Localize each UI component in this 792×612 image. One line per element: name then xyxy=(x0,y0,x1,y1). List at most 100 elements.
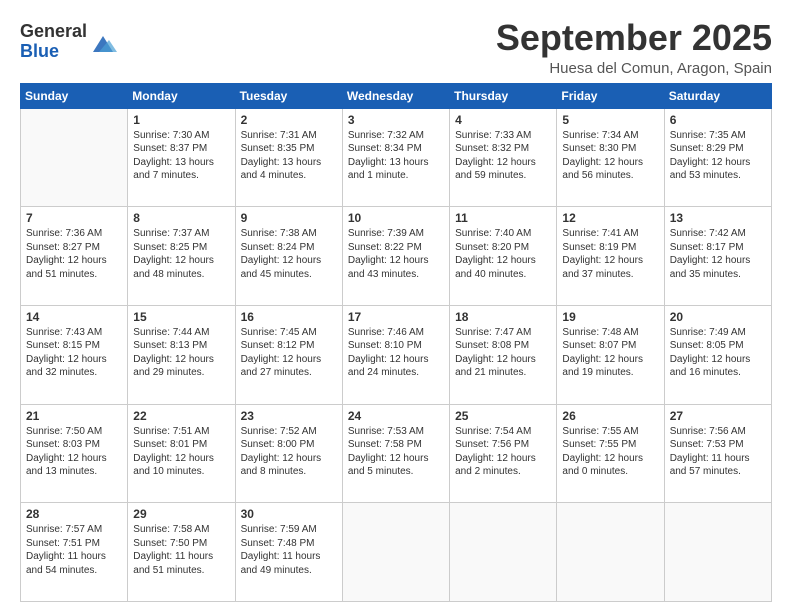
cell-week1-day3: 2 Sunrise: 7:31 AMSunset: 8:35 PMDaylight… xyxy=(235,108,342,207)
cell-week5-day4 xyxy=(342,503,449,602)
cell-week5-day5 xyxy=(450,503,557,602)
col-tuesday: Tuesday xyxy=(235,83,342,108)
day-info: Sunrise: 7:34 AMSunset: 8:30 PMDaylight:… xyxy=(562,129,658,183)
day-info: Sunrise: 7:44 AMSunset: 8:13 PMDaylight:… xyxy=(133,326,229,380)
day-info: Sunrise: 7:33 AMSunset: 8:32 PMDaylight:… xyxy=(455,129,551,183)
cell-week1-day7: 6 Sunrise: 7:35 AMSunset: 8:29 PMDaylight… xyxy=(664,108,771,207)
title-block: September 2025 Huesa del Comun, Aragon, … xyxy=(496,18,772,77)
cell-week2-day3: 9Sunrise: 7:38 AMSunset: 8:24 PMDaylight… xyxy=(235,207,342,306)
week-row-4: 21Sunrise: 7:50 AMSunset: 8:03 PMDayligh… xyxy=(21,404,772,503)
location: Huesa del Comun, Aragon, Spain xyxy=(496,60,772,77)
day-info: Sunrise: 7:53 AMSunset: 7:58 PMDaylight:… xyxy=(348,425,444,479)
cell-week1-day1 xyxy=(21,108,128,207)
cell-week4-day4: 24 Sunrise: 7:53 AMSunset: 7:58 PMDayligh… xyxy=(342,404,449,503)
cell-week1-day6: 5 Sunrise: 7:34 AMSunset: 8:30 PMDaylight… xyxy=(557,108,664,207)
day-number: 17 xyxy=(348,310,444,324)
day-number: 3 xyxy=(348,113,444,127)
day-number: 28 xyxy=(26,507,122,521)
day-info: Sunrise: 7:51 AMSunset: 8:01 PMDaylight:… xyxy=(133,425,229,479)
day-number: 18 xyxy=(455,310,551,324)
day-info: Sunrise: 7:56 AMSunset: 7:53 PMDaylight:… xyxy=(670,425,766,479)
col-sunday: Sunday xyxy=(21,83,128,108)
cell-week3-day5: 18 Sunrise: 7:47 AMSunset: 8:08 PMDayligh… xyxy=(450,305,557,404)
cell-week3-day6: 19 Sunrise: 7:48 AMSunset: 8:07 PMDayligh… xyxy=(557,305,664,404)
cell-week4-day7: 27 Sunrise: 7:56 AMSunset: 7:53 PMDayligh… xyxy=(664,404,771,503)
day-info: Sunrise: 7:54 AMSunset: 7:56 PMDaylight:… xyxy=(455,425,551,479)
day-number: 6 xyxy=(670,113,766,127)
day-number: 27 xyxy=(670,409,766,423)
day-info: Sunrise: 7:50 AMSunset: 8:03 PMDaylight:… xyxy=(26,425,122,479)
day-info: Sunrise: 7:55 AMSunset: 7:55 PMDaylight:… xyxy=(562,425,658,479)
day-number: 14 xyxy=(26,310,122,324)
day-number: 19 xyxy=(562,310,658,324)
month-title: September 2025 xyxy=(496,18,772,58)
cell-week3-day2: 15Sunrise: 7:44 AMSunset: 8:13 PMDayligh… xyxy=(128,305,235,404)
cell-week5-day7 xyxy=(664,503,771,602)
logo-general-text: General xyxy=(20,21,87,41)
day-number: 10 xyxy=(348,211,444,225)
cell-week2-day7: 13Sunrise: 7:42 AMSunset: 8:17 PMDayligh… xyxy=(664,207,771,306)
day-info: Sunrise: 7:48 AMSunset: 8:07 PMDaylight:… xyxy=(562,326,658,380)
header: General Blue September 2025 Huesa del Co… xyxy=(20,18,772,77)
logo: General Blue xyxy=(20,22,117,62)
day-number: 1 xyxy=(133,113,229,127)
day-number: 29 xyxy=(133,507,229,521)
col-monday: Monday xyxy=(128,83,235,108)
day-info: Sunrise: 7:36 AMSunset: 8:27 PMDaylight:… xyxy=(26,227,122,281)
day-info: Sunrise: 7:39 AMSunset: 8:22 PMDaylight:… xyxy=(348,227,444,281)
day-number: 4 xyxy=(455,113,551,127)
cell-week2-day6: 12 Sunrise: 7:41 AMSunset: 8:19 PMDayligh… xyxy=(557,207,664,306)
day-info: Sunrise: 7:59 AMSunset: 7:48 PMDaylight:… xyxy=(241,523,337,577)
cell-week2-day5: 11 Sunrise: 7:40 AMSunset: 8:20 PMDayligh… xyxy=(450,207,557,306)
day-number: 20 xyxy=(670,310,766,324)
cell-week1-day5: 4 Sunrise: 7:33 AMSunset: 8:32 PMDaylight… xyxy=(450,108,557,207)
cell-week5-day6 xyxy=(557,503,664,602)
day-number: 5 xyxy=(562,113,658,127)
calendar-table: Sunday Monday Tuesday Wednesday Thursday… xyxy=(20,83,772,602)
day-info: Sunrise: 7:43 AMSunset: 8:15 PMDaylight:… xyxy=(26,326,122,380)
day-number: 11 xyxy=(455,211,551,225)
day-number: 7 xyxy=(26,211,122,225)
day-number: 12 xyxy=(562,211,658,225)
day-number: 8 xyxy=(133,211,229,225)
cell-week2-day2: 8Sunrise: 7:37 AMSunset: 8:25 PMDaylight… xyxy=(128,207,235,306)
cell-week3-day4: 17 Sunrise: 7:46 AMSunset: 8:10 PMDayligh… xyxy=(342,305,449,404)
day-info: Sunrise: 7:32 AMSunset: 8:34 PMDaylight:… xyxy=(348,129,444,183)
day-number: 13 xyxy=(670,211,766,225)
cell-week5-day1: 28 Sunrise: 7:57 AMSunset: 7:51 PMDayligh… xyxy=(21,503,128,602)
cell-week4-day5: 25 Sunrise: 7:54 AMSunset: 7:56 PMDayligh… xyxy=(450,404,557,503)
logo-blue-text: Blue xyxy=(20,41,59,61)
day-info: Sunrise: 7:57 AMSunset: 7:51 PMDaylight:… xyxy=(26,523,122,577)
page: General Blue September 2025 Huesa del Co… xyxy=(0,0,792,612)
col-wednesday: Wednesday xyxy=(342,83,449,108)
week-row-1: 1 Sunrise: 7:30 AMSunset: 8:37 PMDaylight… xyxy=(21,108,772,207)
cell-week5-day2: 29Sunrise: 7:58 AMSunset: 7:50 PMDayligh… xyxy=(128,503,235,602)
cell-week5-day3: 30 Sunrise: 7:59 AMSunset: 7:48 PMDayligh… xyxy=(235,503,342,602)
day-number: 25 xyxy=(455,409,551,423)
day-number: 23 xyxy=(241,409,337,423)
day-number: 26 xyxy=(562,409,658,423)
cell-week4-day1: 21Sunrise: 7:50 AMSunset: 8:03 PMDayligh… xyxy=(21,404,128,503)
cell-week3-day1: 14 Sunrise: 7:43 AMSunset: 8:15 PMDayligh… xyxy=(21,305,128,404)
day-number: 24 xyxy=(348,409,444,423)
day-number: 16 xyxy=(241,310,337,324)
week-row-2: 7 Sunrise: 7:36 AMSunset: 8:27 PMDaylight… xyxy=(21,207,772,306)
day-info: Sunrise: 7:41 AMSunset: 8:19 PMDaylight:… xyxy=(562,227,658,281)
week-row-5: 28 Sunrise: 7:57 AMSunset: 7:51 PMDayligh… xyxy=(21,503,772,602)
col-thursday: Thursday xyxy=(450,83,557,108)
day-info: Sunrise: 7:40 AMSunset: 8:20 PMDaylight:… xyxy=(455,227,551,281)
day-number: 2 xyxy=(241,113,337,127)
day-info: Sunrise: 7:35 AMSunset: 8:29 PMDaylight:… xyxy=(670,129,766,183)
day-info: Sunrise: 7:52 AMSunset: 8:00 PMDaylight:… xyxy=(241,425,337,479)
day-info: Sunrise: 7:47 AMSunset: 8:08 PMDaylight:… xyxy=(455,326,551,380)
day-info: Sunrise: 7:46 AMSunset: 8:10 PMDaylight:… xyxy=(348,326,444,380)
day-info: Sunrise: 7:30 AMSunset: 8:37 PMDaylight:… xyxy=(133,129,229,183)
logo-icon xyxy=(89,28,117,56)
cell-week4-day3: 23 Sunrise: 7:52 AMSunset: 8:00 PMDayligh… xyxy=(235,404,342,503)
cell-week4-day2: 22Sunrise: 7:51 AMSunset: 8:01 PMDayligh… xyxy=(128,404,235,503)
day-info: Sunrise: 7:31 AMSunset: 8:35 PMDaylight:… xyxy=(241,129,337,183)
day-info: Sunrise: 7:45 AMSunset: 8:12 PMDaylight:… xyxy=(241,326,337,380)
day-number: 30 xyxy=(241,507,337,521)
cell-week1-day2: 1 Sunrise: 7:30 AMSunset: 8:37 PMDaylight… xyxy=(128,108,235,207)
cell-week1-day4: 3 Sunrise: 7:32 AMSunset: 8:34 PMDaylight… xyxy=(342,108,449,207)
